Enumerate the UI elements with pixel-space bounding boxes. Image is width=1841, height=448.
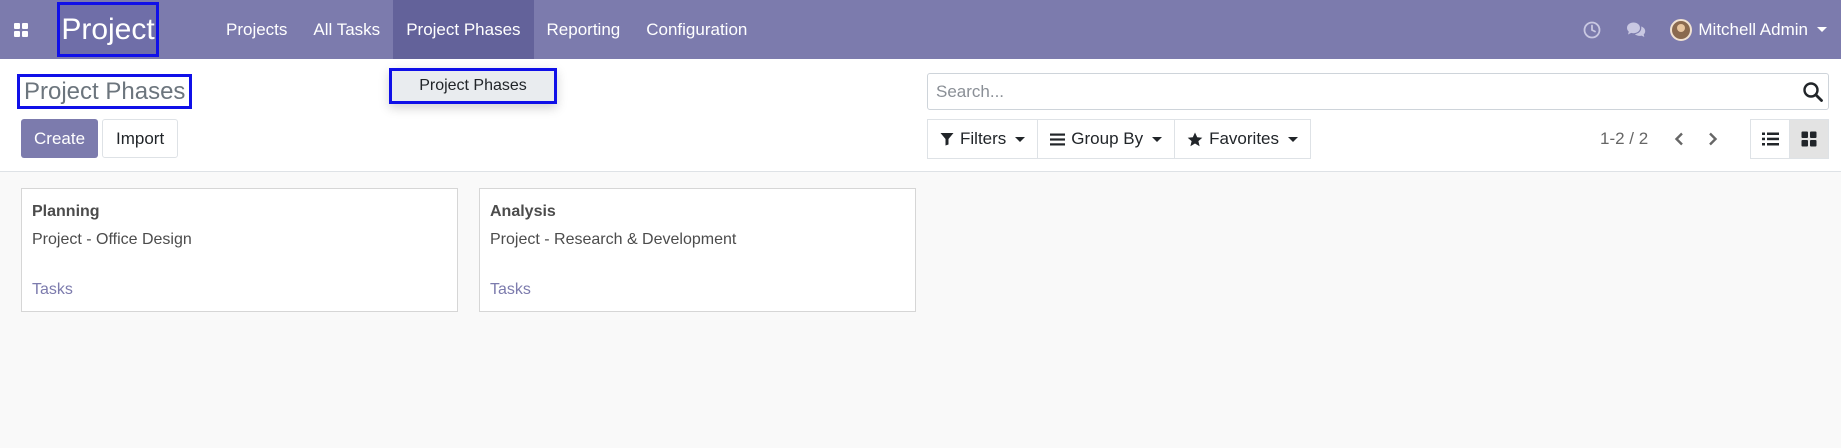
messaging-button[interactable]	[1614, 0, 1658, 59]
pager-value[interactable]: 1-2 / 2	[1600, 129, 1648, 149]
chat-icon	[1627, 22, 1646, 37]
kanban-view: Planning Project - Office Design Tasks A…	[21, 188, 937, 312]
favorites-button[interactable]: Favorites	[1174, 119, 1312, 159]
chevron-down-icon	[1152, 136, 1163, 142]
page-title: Project Phases	[17, 74, 193, 109]
app-brand[interactable]: Project	[57, 2, 159, 57]
user-name: Mitchell Admin	[1698, 19, 1808, 39]
kanban-card[interactable]: Analysis Project - Research & Developmen…	[479, 188, 916, 312]
filter-icon	[940, 133, 954, 146]
bars-icon	[1050, 133, 1066, 145]
apps-menu-button[interactable]	[0, 0, 42, 59]
menu-reporting[interactable]: Reporting	[534, 0, 634, 59]
create-button[interactable]: Create	[21, 119, 99, 158]
groupby-label: Group By	[1071, 129, 1144, 148]
activity-button[interactable]	[1570, 0, 1614, 59]
user-menu[interactable]: Mitchell Admin	[1658, 0, 1841, 59]
chevron-right-icon	[1709, 132, 1718, 146]
filters-button[interactable]: Filters	[927, 119, 1039, 159]
search-bar	[927, 73, 1829, 110]
kanban-card[interactable]: Planning Project - Office Design Tasks	[21, 188, 458, 312]
pager-next-button[interactable]	[1696, 119, 1730, 159]
list-icon	[1761, 132, 1779, 146]
avatar	[1670, 18, 1693, 41]
menu-projects[interactable]: Projects	[213, 0, 300, 59]
pager-previous-button[interactable]	[1662, 119, 1696, 159]
project-phases-dropdown: Project Phases	[389, 68, 557, 104]
grid-icon	[14, 22, 28, 37]
search-options: Filters Group By Favorites	[927, 119, 1312, 159]
star-icon	[1187, 132, 1203, 146]
control-panel: Project Phases Create Import Filters Gro…	[0, 59, 1841, 172]
menu-all-tasks[interactable]: All Tasks	[300, 0, 393, 59]
chevron-down-icon	[1015, 136, 1026, 142]
import-button[interactable]: Import	[102, 119, 179, 158]
clock-icon	[1583, 21, 1601, 38]
chevron-down-icon	[1288, 136, 1299, 142]
dropdown-item-project-phases[interactable]: Project Phases	[392, 71, 554, 101]
menu-project-phases[interactable]: Project Phases	[393, 0, 534, 59]
search-icon[interactable]	[1802, 81, 1824, 103]
card-title: Analysis	[490, 203, 556, 220]
favorites-label: Favorites	[1209, 129, 1280, 148]
chevron-down-icon	[1817, 27, 1827, 32]
groupby-button[interactable]: Group By	[1037, 119, 1176, 159]
pager: 1-2 / 2	[1600, 119, 1730, 159]
card-project: Project - Research & Development	[490, 231, 737, 248]
card-tasks-link[interactable]: Tasks	[490, 281, 531, 299]
card-project: Project - Office Design	[32, 231, 192, 248]
menu-configuration[interactable]: Configuration	[633, 0, 760, 59]
main-menu: Projects All Tasks Project Phases Report…	[213, 0, 760, 59]
view-switcher	[1750, 119, 1829, 159]
list-view-button[interactable]	[1750, 119, 1790, 159]
filters-label: Filters	[960, 129, 1007, 148]
systray: Mitchell Admin	[1570, 0, 1841, 59]
chevron-left-icon	[1675, 132, 1684, 146]
kanban-view-button[interactable]	[1789, 119, 1829, 159]
card-tasks-link[interactable]: Tasks	[32, 281, 73, 299]
kanban-icon	[1801, 131, 1817, 147]
card-title: Planning	[32, 203, 100, 220]
search-input[interactable]	[936, 74, 1796, 109]
top-navbar: Project Projects All Tasks Project Phase…	[0, 0, 1841, 59]
